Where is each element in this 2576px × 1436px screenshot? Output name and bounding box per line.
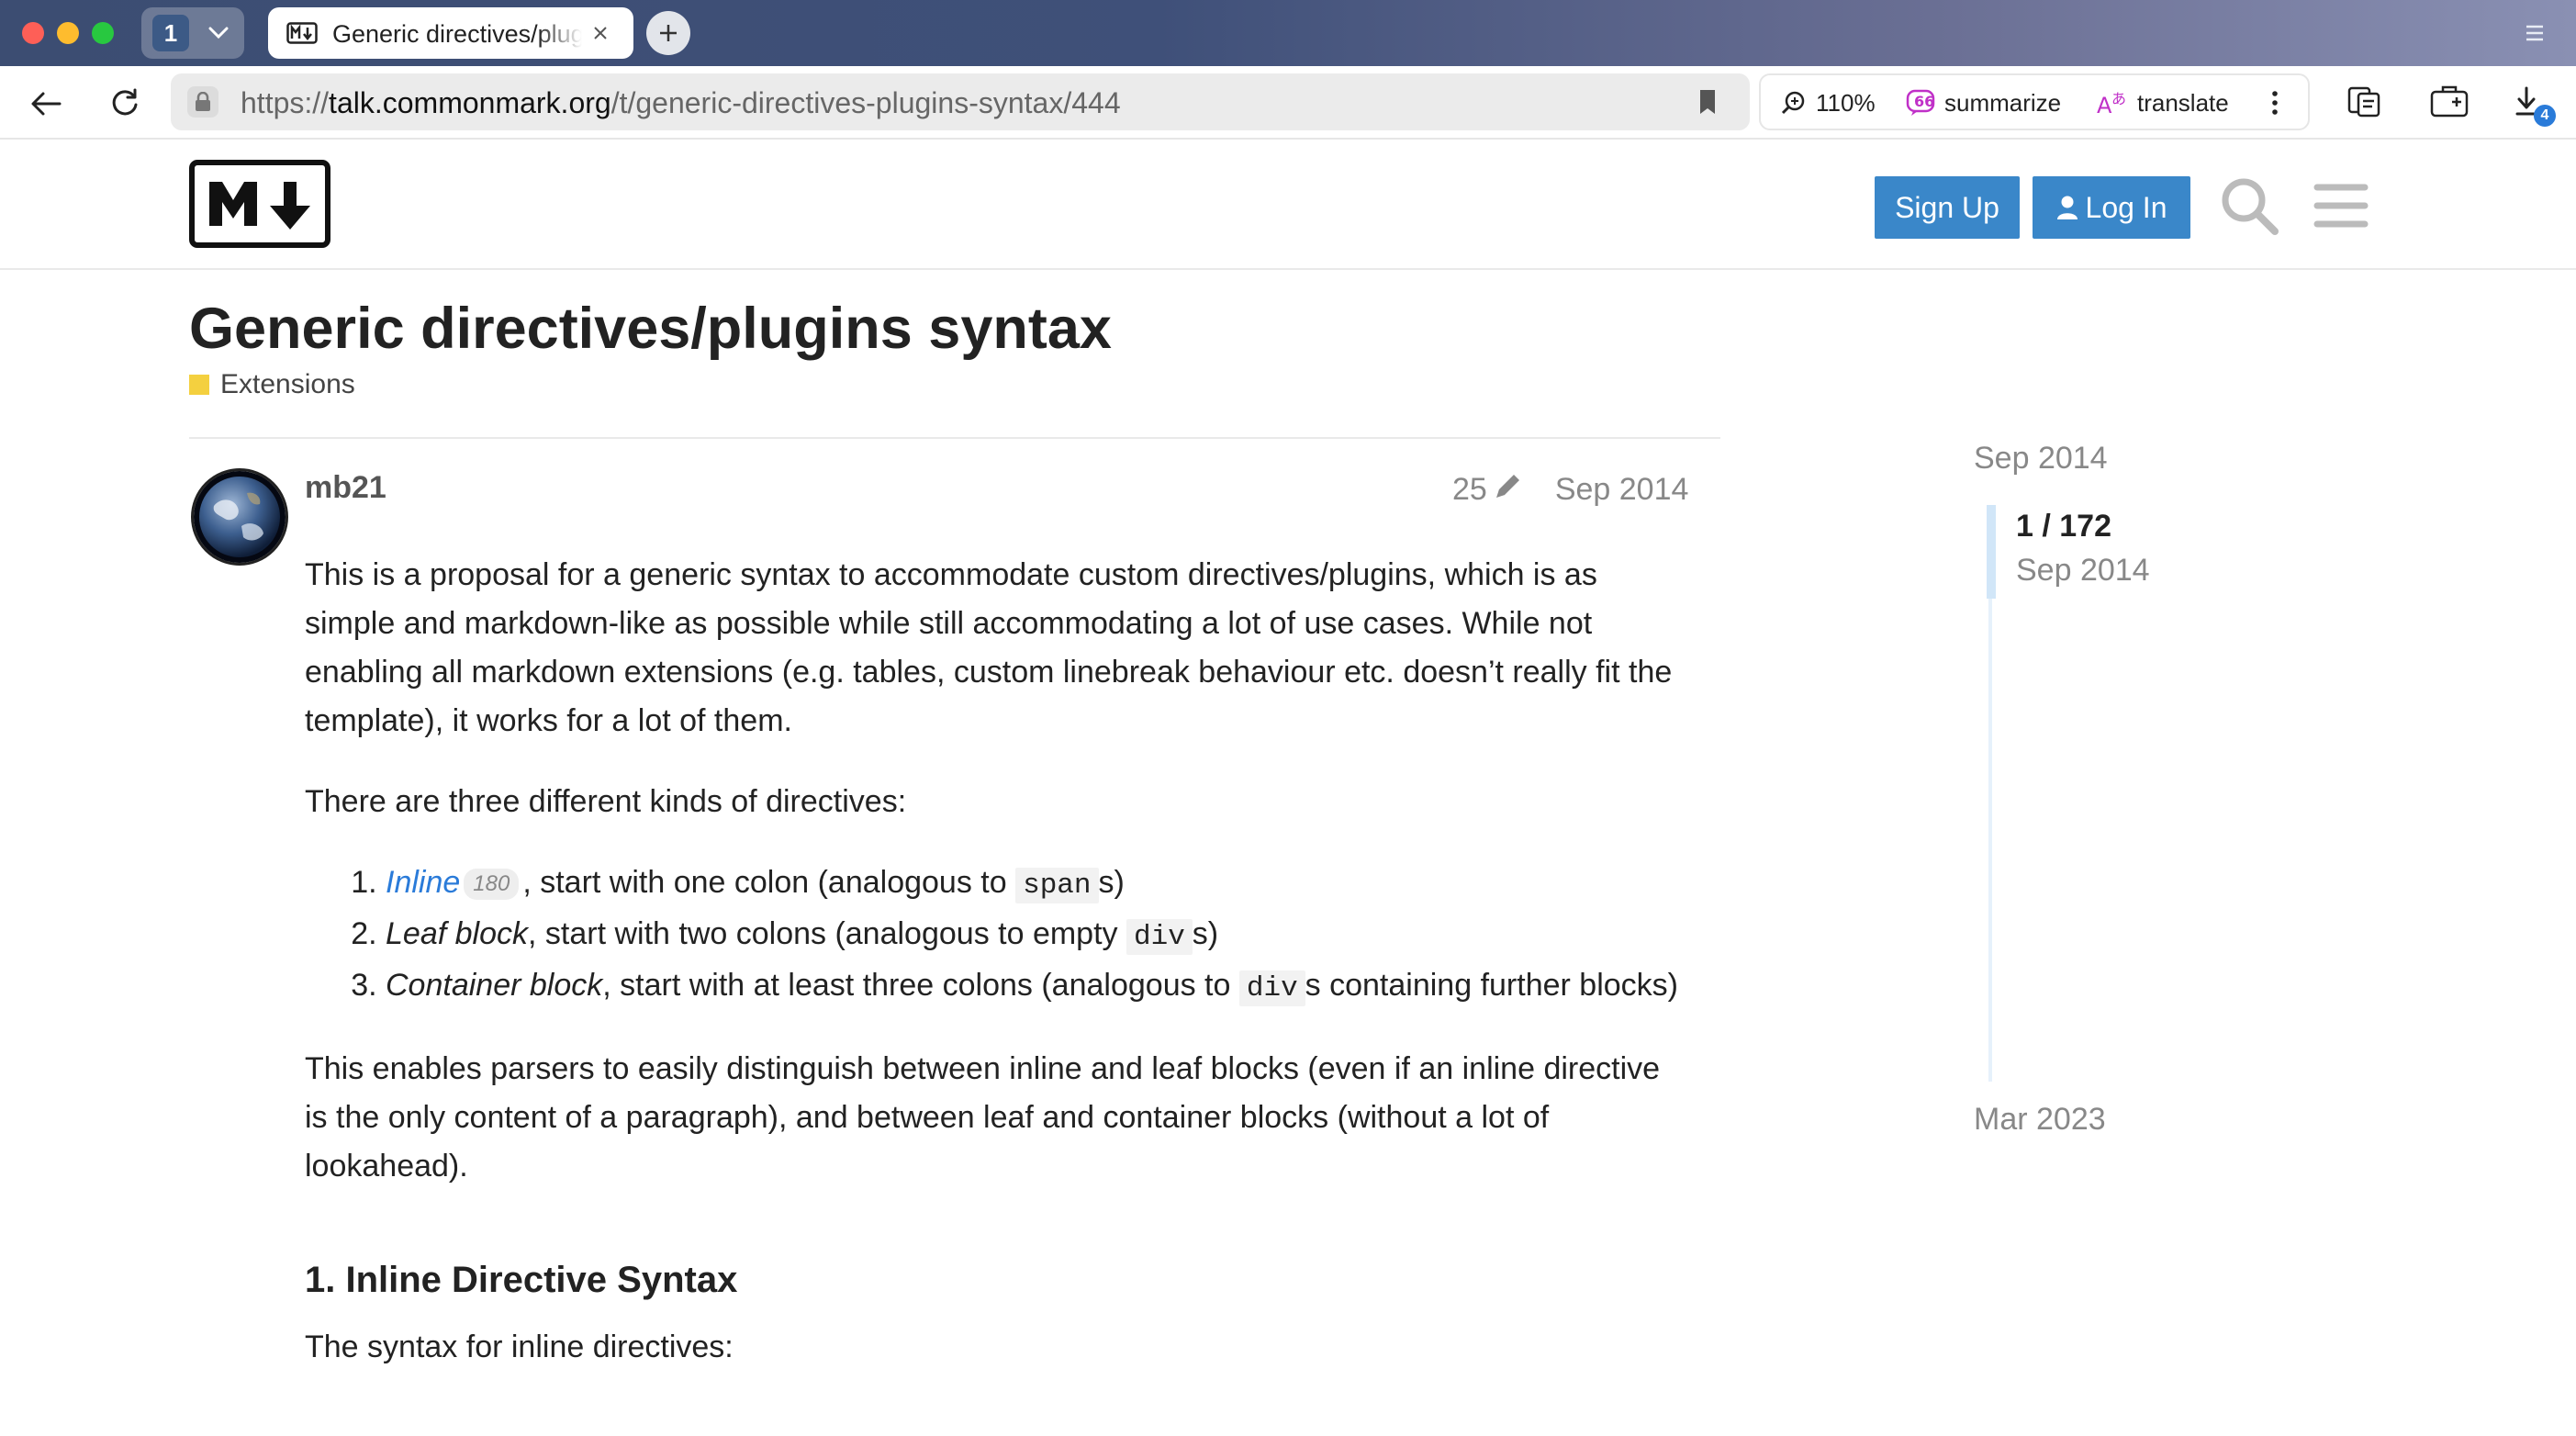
post-username[interactable]: mb21 bbox=[305, 470, 386, 506]
more-options-icon[interactable] bbox=[2271, 88, 2288, 118]
zoom-icon bbox=[1781, 91, 1805, 115]
list-item: Inline180, start with one colon (analogo… bbox=[386, 858, 1691, 910]
category-color-swatch bbox=[189, 375, 209, 395]
timeline-scroll-handle[interactable] bbox=[1987, 505, 1996, 599]
tab-count-badge: 1 bbox=[152, 15, 189, 51]
translate-icon: Aあ bbox=[2097, 90, 2126, 117]
link-click-count: 180 bbox=[464, 869, 520, 901]
list-item-text: s) bbox=[1192, 916, 1219, 951]
commonmark-logo[interactable] bbox=[189, 160, 330, 248]
list-item-text: , start with one colon (analogous to bbox=[522, 865, 1016, 900]
markdown-favicon-icon bbox=[286, 22, 318, 44]
post-body: This is a proposal for a generic syntax … bbox=[305, 551, 1691, 1404]
category-name: Extensions bbox=[220, 369, 355, 399]
list-item-text: , start with at least three colons (anal… bbox=[602, 968, 1239, 1003]
topic-title[interactable]: Generic directives/plugins syntax bbox=[189, 296, 1112, 362]
close-window-button[interactable] bbox=[22, 22, 44, 44]
list-item-term: Container block bbox=[386, 968, 603, 1003]
svg-text:66: 66 bbox=[1914, 93, 1934, 110]
zoom-button[interactable]: 110% bbox=[1781, 88, 1876, 118]
svg-text:あ: あ bbox=[2111, 90, 2126, 107]
tab-title: Generic directives/plugins syntax bbox=[332, 20, 582, 48]
bookmark-icon[interactable] bbox=[1693, 86, 1722, 118]
sign-up-button[interactable]: Sign Up bbox=[1875, 176, 2020, 239]
list-item-text: s containing further blocks) bbox=[1305, 968, 1678, 1003]
active-tab[interactable]: Generic directives/plugins syntax bbox=[268, 7, 633, 59]
back-arrow-icon[interactable] bbox=[24, 84, 68, 123]
edit-count[interactable]: 25 bbox=[1452, 472, 1487, 508]
category-badge[interactable]: Extensions bbox=[189, 369, 355, 400]
avatar[interactable] bbox=[191, 468, 288, 566]
summarize-icon: 66 bbox=[1906, 89, 1934, 116]
browser-tab-bar: 1 Generic directives/plugins syntax bbox=[0, 0, 2576, 66]
log-in-button[interactable]: Log In bbox=[2033, 176, 2190, 239]
post-paragraph: This is a proposal for a generic syntax … bbox=[305, 557, 1673, 738]
inline-code: span bbox=[1015, 868, 1099, 903]
reader-mode-icon[interactable] bbox=[2343, 81, 2385, 121]
browser-toolbar: https://talk.commonmark.org/t/generic-di… bbox=[0, 66, 2576, 140]
log-in-label: Log In bbox=[2085, 190, 2167, 224]
post-paragraph: This enables parsers to easily distingui… bbox=[305, 1051, 1661, 1184]
maximize-window-button[interactable] bbox=[92, 22, 114, 44]
list-item: Leaf block, start with two colons (analo… bbox=[386, 910, 1691, 961]
directive-kinds-list: Inline180, start with one colon (analogo… bbox=[305, 858, 1691, 1013]
tab-group-switcher[interactable]: 1 bbox=[141, 7, 244, 59]
post-date[interactable]: Sep 2014 bbox=[1555, 472, 1689, 508]
user-icon bbox=[2056, 196, 2078, 219]
section-heading: 1. Inline Directive Syntax bbox=[305, 1260, 738, 1300]
translate-button[interactable]: Aあ translate bbox=[2097, 88, 2229, 118]
timeline-start-date[interactable]: Sep 2014 bbox=[1974, 441, 2108, 477]
plus-icon bbox=[660, 25, 677, 41]
timeline-position: 1 / 172 bbox=[2016, 509, 2111, 544]
close-tab-icon[interactable] bbox=[588, 20, 613, 46]
list-item-term: Leaf block bbox=[386, 916, 528, 951]
post-paragraph: There are three different kinds of direc… bbox=[305, 784, 907, 819]
list-item-text: s) bbox=[1098, 865, 1125, 900]
summarize-label: summarize bbox=[1944, 88, 2062, 117]
toolbar-pill-group: 110% 66 summarize Aあ translate bbox=[1759, 73, 2310, 130]
url-host: talk.commonmark.org bbox=[329, 86, 611, 119]
url-text[interactable]: https://talk.commonmark.org/t/generic-di… bbox=[241, 86, 1121, 120]
inline-link[interactable]: Inline bbox=[386, 865, 460, 900]
chevron-down-icon[interactable] bbox=[202, 17, 235, 50]
post-paragraph: The syntax for inline directives: bbox=[305, 1329, 734, 1364]
site-header: Sign Up Log In bbox=[0, 140, 2576, 270]
reload-icon[interactable] bbox=[103, 83, 147, 123]
summarize-button[interactable]: 66 summarize bbox=[1906, 88, 2061, 118]
hamburger-menu-icon[interactable] bbox=[2313, 178, 2369, 233]
new-tab-button[interactable] bbox=[646, 11, 690, 55]
translate-label: translate bbox=[2137, 88, 2229, 117]
url-scheme: https:// bbox=[241, 86, 330, 119]
url-path: /t/generic-directives-plugins-syntax/444 bbox=[610, 86, 1121, 119]
title-divider bbox=[189, 437, 1720, 439]
list-item: Container block, start with at least thr… bbox=[386, 961, 1691, 1013]
timeline-position-date: Sep 2014 bbox=[2016, 553, 2150, 588]
search-icon[interactable] bbox=[2218, 174, 2280, 237]
inline-code: div bbox=[1126, 919, 1193, 955]
briefcase-extension-icon[interactable] bbox=[2427, 79, 2471, 123]
downloads-count-badge: 4 bbox=[2534, 105, 2556, 127]
post-meta: 25 Sep 2014 bbox=[1452, 470, 1688, 510]
lock-icon[interactable] bbox=[187, 86, 218, 118]
timeline-end-date[interactable]: Mar 2023 bbox=[1974, 1102, 2106, 1138]
tab-list-menu-icon[interactable] bbox=[2519, 20, 2550, 46]
inline-code: div bbox=[1238, 970, 1305, 1006]
list-item-text: , start with two colons (analogous to em… bbox=[528, 916, 1126, 951]
minimize-window-button[interactable] bbox=[57, 22, 79, 44]
address-bar[interactable]: https://talk.commonmark.org/t/generic-di… bbox=[171, 73, 1750, 130]
pencil-icon[interactable] bbox=[1493, 470, 1524, 510]
svg-text:A: A bbox=[2097, 93, 2112, 117]
zoom-level: 110% bbox=[1816, 88, 1876, 117]
